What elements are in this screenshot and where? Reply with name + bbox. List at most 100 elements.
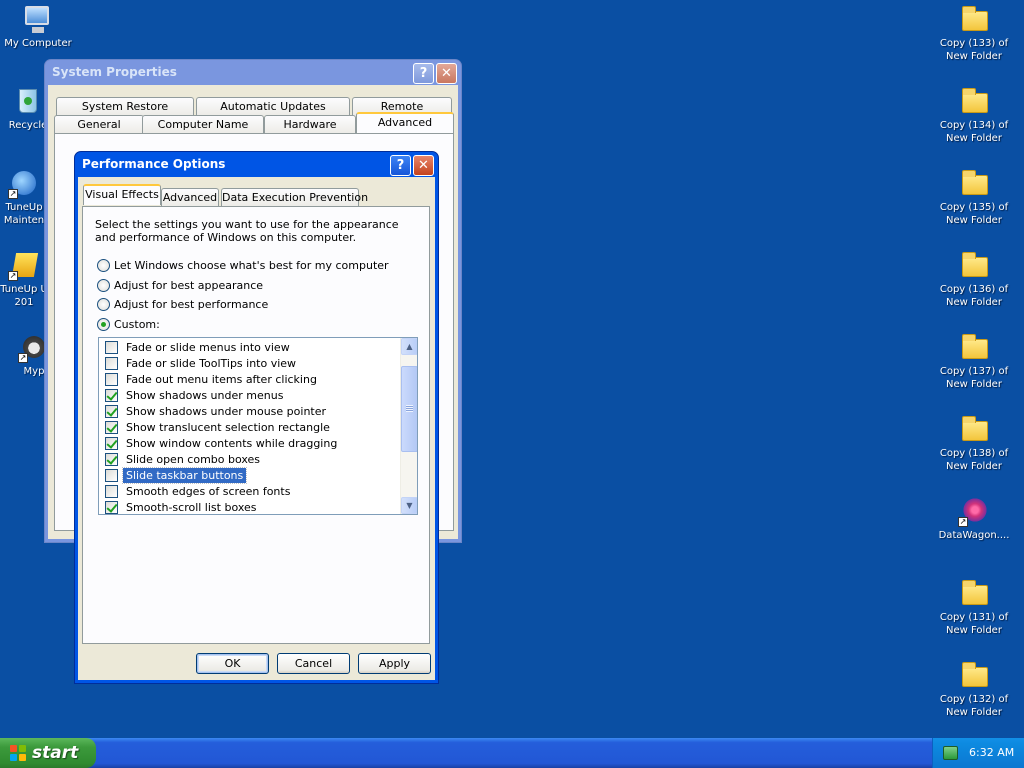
desktop-icon-folder[interactable]: Copy (133) of New Folder [929, 3, 1019, 63]
radio-button[interactable] [97, 259, 110, 272]
tab-system-restore[interactable]: System Restore [56, 97, 194, 116]
network-tray-icon[interactable] [943, 746, 958, 760]
desktop-icon-folder[interactable]: Copy (138) of New Folder [929, 413, 1019, 473]
help-button[interactable]: ? [413, 63, 434, 84]
desktop-icon-label: My Computer [4, 38, 72, 49]
tuneup-icon: ↗ [8, 167, 40, 199]
radio-best-appearance[interactable]: Adjust for best appearance [97, 279, 263, 292]
desktop-icon-label: Copy (136) of New Folder [939, 284, 1009, 308]
desktop-icon-label: Copy (135) of New Folder [939, 202, 1009, 226]
checkbox[interactable] [105, 420, 118, 434]
tab-automatic-updates[interactable]: Automatic Updates [196, 97, 350, 116]
scroll-down-button[interactable]: ▼ [401, 497, 417, 514]
performance-options-window[interactable]: Performance Options ? ✕ Visual Effects A… [74, 151, 439, 684]
list-item-label: Show shadows under mouse pointer [126, 404, 327, 418]
clock[interactable]: 6:32 AM [969, 746, 1014, 759]
checkbox[interactable] [105, 468, 118, 482]
list-item[interactable]: Fade out menu items after clicking [99, 371, 400, 387]
checkbox[interactable] [105, 452, 118, 466]
radio-label: Adjust for best performance [114, 298, 269, 311]
desktop-icon-folder[interactable]: Copy (134) of New Folder [929, 85, 1019, 145]
visual-effects-list[interactable]: Fade or slide menus into view Fade or sl… [98, 337, 418, 515]
desktop-icon-folder[interactable]: Copy (136) of New Folder [929, 249, 1019, 309]
tab-visual-effects[interactable]: Visual Effects [83, 184, 161, 205]
list-item-label: Smooth edges of screen fonts [126, 484, 291, 498]
radio-windows-choose[interactable]: Let Windows choose what's best for my co… [97, 259, 389, 272]
list-item[interactable]: Smooth edges of screen fonts [99, 483, 400, 499]
list-item[interactable]: Show shadows under menus [99, 387, 400, 403]
checkbox[interactable] [105, 372, 118, 386]
desktop-icon-folder[interactable]: Copy (132) of New Folder [929, 659, 1019, 719]
shortcut-arrow-icon: ↗ [8, 271, 18, 281]
list-item[interactable]: Show shadows under mouse pointer [99, 403, 400, 419]
list-item[interactable]: Slide open combo boxes [99, 451, 400, 467]
tab-advanced[interactable]: Advanced [356, 112, 454, 133]
list-item-label: Slide open combo boxes [126, 452, 261, 466]
description-text: Select the settings you want to use for … [95, 218, 399, 244]
checkbox[interactable] [105, 388, 118, 402]
radio-best-performance[interactable]: Adjust for best performance [97, 298, 268, 311]
taskbar: start 6:32 AM [0, 738, 1024, 768]
system-tray: 6:32 AM [932, 738, 1024, 768]
desktop-icon-folder[interactable]: Copy (137) of New Folder [929, 331, 1019, 391]
folder-icon [958, 167, 990, 199]
radio-custom[interactable]: Custom: [97, 318, 160, 331]
desktop-icon-my-computer[interactable]: My Computer [0, 3, 83, 50]
list-item[interactable]: Show window contents while dragging [99, 435, 400, 451]
radio-button[interactable] [97, 279, 110, 292]
radio-button[interactable] [97, 318, 110, 331]
checkbox[interactable] [105, 484, 118, 498]
desktop-icon-label: Copy (132) of New Folder [939, 694, 1009, 718]
list-item-label: Fade or slide ToolTips into view [126, 356, 297, 370]
performance-options-client: Visual Effects Advanced Data Execution P… [78, 177, 435, 680]
list-item-label: Show translucent selection rectangle [126, 420, 330, 434]
radio-label: Let Windows choose what's best for my co… [114, 259, 389, 272]
tab-general[interactable]: General [54, 115, 144, 134]
start-button[interactable]: start [0, 738, 96, 768]
checkbox[interactable] [105, 404, 118, 418]
cancel-button[interactable]: Cancel [277, 653, 350, 674]
scroll-up-button[interactable]: ▲ [401, 338, 417, 355]
visual-effects-panel: Select the settings you want to use for … [82, 206, 430, 644]
list-item-label: Show shadows under menus [126, 388, 284, 402]
list-item[interactable]: Show translucent selection rectangle [99, 419, 400, 435]
window-title: System Properties [52, 65, 177, 79]
system-properties-titlebar[interactable]: System Properties ? ✕ [48, 60, 458, 85]
list-item[interactable]: Smooth-scroll list boxes [99, 499, 400, 514]
checkbox[interactable] [105, 340, 118, 354]
desktop-icon-label: Copy (131) of New Folder [939, 612, 1009, 636]
desktop-icon-folder[interactable]: Copy (131) of New Folder [929, 577, 1019, 637]
checkbox[interactable] [105, 500, 118, 514]
chevron-down-icon: ▼ [406, 501, 413, 510]
ok-button[interactable]: OK [196, 653, 269, 674]
tab-advanced[interactable]: Advanced [161, 188, 219, 207]
close-button[interactable]: ✕ [413, 155, 434, 176]
desktop-icon-folder[interactable]: Copy (135) of New Folder [929, 167, 1019, 227]
scroll-thumb[interactable] [401, 366, 417, 452]
tab-computer-name[interactable]: Computer Name [142, 115, 264, 134]
help-button[interactable]: ? [390, 155, 411, 176]
list-item[interactable]: Fade or slide ToolTips into view [99, 355, 400, 371]
list-item-label: Smooth-scroll list boxes [126, 500, 257, 514]
close-button[interactable]: ✕ [436, 63, 457, 84]
tab-hardware[interactable]: Hardware [264, 115, 356, 134]
desktop-icon-label: Copy (134) of New Folder [939, 120, 1009, 144]
windows-logo-icon [10, 745, 27, 761]
performance-options-titlebar[interactable]: Performance Options ? ✕ [78, 152, 435, 177]
desktop-icon-datawagon[interactable]: ↗ DataWagon.... [929, 495, 1019, 542]
chevron-up-icon: ▲ [406, 342, 413, 351]
list-item-label: Show window contents while dragging [126, 436, 338, 450]
radio-button[interactable] [97, 298, 110, 311]
checkbox[interactable] [105, 436, 118, 450]
list-item-label: Fade or slide menus into view [126, 340, 290, 354]
tab-data-execution-prevention[interactable]: Data Execution Prevention [221, 188, 368, 207]
folder-icon [958, 659, 990, 691]
close-icon: ✕ [441, 66, 452, 81]
list-item[interactable]: Fade or slide menus into view [99, 339, 400, 355]
list-item-selected[interactable]: Slide taskbar buttons [99, 466, 400, 484]
folder-icon [958, 577, 990, 609]
apply-button[interactable]: Apply [358, 653, 431, 674]
list-item-label: Slide taskbar buttons [121, 466, 248, 484]
vertical-scrollbar[interactable]: ▲ ▼ [400, 338, 417, 514]
checkbox[interactable] [105, 356, 118, 370]
